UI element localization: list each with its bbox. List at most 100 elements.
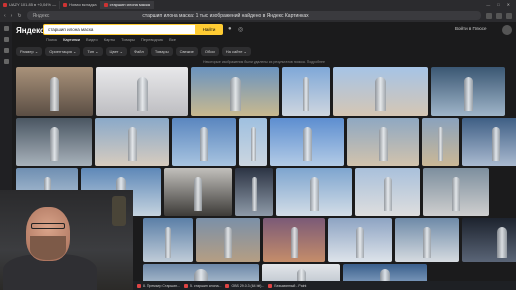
person-beard bbox=[30, 236, 66, 260]
nav-tab-2[interactable]: Картинки bbox=[63, 37, 80, 42]
img-r4-6[interactable] bbox=[462, 218, 516, 262]
img-r1-2[interactable] bbox=[96, 67, 188, 116]
minimize-button[interactable]: — bbox=[486, 2, 490, 7]
img-r4-4[interactable] bbox=[328, 218, 392, 262]
tab-favicon-icon bbox=[103, 2, 108, 7]
img-r2-6[interactable] bbox=[347, 118, 419, 166]
find-button[interactable]: Найти bbox=[195, 24, 223, 35]
img-r2-1[interactable] bbox=[16, 118, 92, 166]
starship-shape bbox=[291, 227, 298, 258]
taskbar-label: 5. старшип илона... bbox=[189, 283, 222, 288]
camera-icon[interactable]: ◎ bbox=[238, 26, 244, 33]
starship-shape bbox=[356, 227, 364, 258]
address-bar: ‹ › ↻ Яндекс старшип илона маска: 1 тыс … bbox=[0, 9, 516, 22]
sidebar-icon-4[interactable] bbox=[3, 59, 9, 64]
tab-1[interactable]: UAZY 101.85 в +0,04% — bbox=[0, 0, 61, 9]
bookmark-icon[interactable] bbox=[486, 12, 492, 19]
window-controls: — □ ✕ bbox=[486, 2, 516, 7]
img-r2-2[interactable] bbox=[95, 118, 169, 166]
maximize-button[interactable]: □ bbox=[497, 2, 499, 7]
tab-label: UAZY 101.85 в +0,04% — bbox=[9, 2, 57, 7]
img-r1-1[interactable] bbox=[16, 67, 93, 116]
img-r4-1[interactable] bbox=[143, 218, 193, 262]
img-r4-5[interactable] bbox=[395, 218, 459, 262]
filter-button-1[interactable]: Размер ⌄ bbox=[16, 47, 43, 56]
starship-shape bbox=[464, 77, 473, 111]
taskbar-item-2[interactable]: 5. старшип илона... bbox=[183, 283, 222, 288]
back-icon[interactable]: ‹ bbox=[4, 13, 6, 19]
tab-3[interactable]: старшип илона маска bbox=[100, 0, 155, 9]
filter-button-9[interactable]: На сайте ⌄ bbox=[221, 47, 251, 56]
filter-button-6[interactable]: Товары bbox=[150, 47, 173, 56]
img-r2-4[interactable] bbox=[239, 118, 267, 166]
taskbar-label: 8. Премьер Старшип... bbox=[143, 283, 180, 288]
img-r1-4[interactable] bbox=[282, 67, 330, 116]
taskbar-item-3[interactable]: OBS 29.0.3 (64 bit)... bbox=[225, 283, 264, 288]
filter-button-3[interactable]: Тип ⌄ bbox=[83, 47, 103, 56]
starship-shape bbox=[303, 127, 312, 161]
starship-shape bbox=[128, 127, 137, 161]
app-icon bbox=[225, 283, 230, 288]
login-link[interactable]: Войти в Плюсе bbox=[455, 26, 486, 31]
starship-shape bbox=[200, 127, 208, 161]
img-r2-8[interactable] bbox=[462, 118, 516, 166]
url-field[interactable]: Яндекс старшип илона маска: 1 тыс изобра… bbox=[26, 11, 481, 20]
starship-shape bbox=[423, 227, 431, 258]
extension-icon[interactable] bbox=[506, 12, 512, 19]
img-r3-4[interactable] bbox=[235, 168, 273, 216]
microphone-icon[interactable]: ● bbox=[228, 26, 234, 33]
search-nav: Поиск Картинки Видео Карты Товары Переводчик В… bbox=[46, 37, 176, 42]
sidebar-icon-3[interactable] bbox=[3, 48, 9, 53]
avatar[interactable] bbox=[502, 25, 512, 35]
filter-button-7[interactable]: Свежие bbox=[175, 47, 198, 56]
nav-tab-7[interactable]: Все bbox=[169, 37, 176, 42]
starship-shape bbox=[251, 127, 256, 161]
tab-favicon-icon bbox=[63, 2, 68, 7]
sidebar-icon-2[interactable] bbox=[3, 37, 9, 42]
img-r4-3[interactable] bbox=[263, 218, 325, 262]
nav-tab-4[interactable]: Карты bbox=[104, 37, 115, 42]
filter-button-2[interactable]: Ориентация ⌄ bbox=[45, 47, 81, 56]
background-lamp bbox=[112, 196, 126, 226]
img-r2-3[interactable] bbox=[172, 118, 236, 166]
img-r2-5[interactable] bbox=[270, 118, 344, 166]
img-r3-5[interactable] bbox=[276, 168, 352, 216]
filter-button-5[interactable]: Файл bbox=[129, 47, 148, 56]
filter-button-4[interactable]: Цвет ⌄ bbox=[105, 47, 127, 56]
app-icon bbox=[268, 283, 273, 288]
tab-2[interactable]: Новая вкладка bbox=[60, 0, 101, 9]
nav-tab-1[interactable]: Поиск bbox=[46, 37, 57, 42]
tab-label: Новая вкладка bbox=[69, 2, 97, 7]
img-r3-6[interactable] bbox=[355, 168, 420, 216]
yandex-logo[interactable]: Яндекс bbox=[16, 26, 44, 35]
starship-shape bbox=[497, 227, 507, 258]
tab-bar: UAZY 101.85 в +0,04% — Новая вкладка ста… bbox=[0, 0, 516, 9]
img-r1-5[interactable] bbox=[333, 67, 428, 116]
taskbar-item-4[interactable]: Безымянный - Paint bbox=[268, 283, 306, 288]
app-icon bbox=[183, 283, 188, 288]
download-icon[interactable] bbox=[496, 12, 502, 19]
reload-icon[interactable]: ↻ bbox=[17, 13, 21, 19]
taskbar-item-1[interactable]: 8. Премьер Старшип... bbox=[137, 283, 180, 288]
extensions bbox=[486, 12, 512, 19]
nav-tab-5[interactable]: Товары bbox=[121, 37, 135, 42]
starship-shape bbox=[375, 77, 386, 111]
starship-shape bbox=[224, 227, 232, 258]
removed-notice: Некоторые изображения были удалены из ре… bbox=[203, 60, 325, 64]
starship-shape bbox=[384, 177, 392, 211]
person-glasses bbox=[31, 223, 65, 229]
img-r2-7[interactable] bbox=[422, 118, 459, 166]
img-r1-3[interactable] bbox=[191, 67, 279, 116]
img-r1-6[interactable] bbox=[431, 67, 505, 116]
sidebar-icon-1[interactable] bbox=[3, 26, 9, 31]
forward-icon[interactable]: › bbox=[11, 13, 13, 19]
nav-tab-3[interactable]: Видео bbox=[86, 37, 98, 42]
img-r3-7[interactable] bbox=[423, 168, 489, 216]
tab-label: старшип илона маска bbox=[109, 2, 151, 7]
img-r3-3[interactable] bbox=[164, 168, 232, 216]
img-r4-2[interactable] bbox=[196, 218, 260, 262]
starship-shape bbox=[137, 77, 148, 111]
nav-tab-6[interactable]: Переводчик bbox=[141, 37, 163, 42]
close-button[interactable]: ✕ bbox=[507, 2, 510, 7]
filter-button-8[interactable]: Обои bbox=[200, 47, 219, 56]
